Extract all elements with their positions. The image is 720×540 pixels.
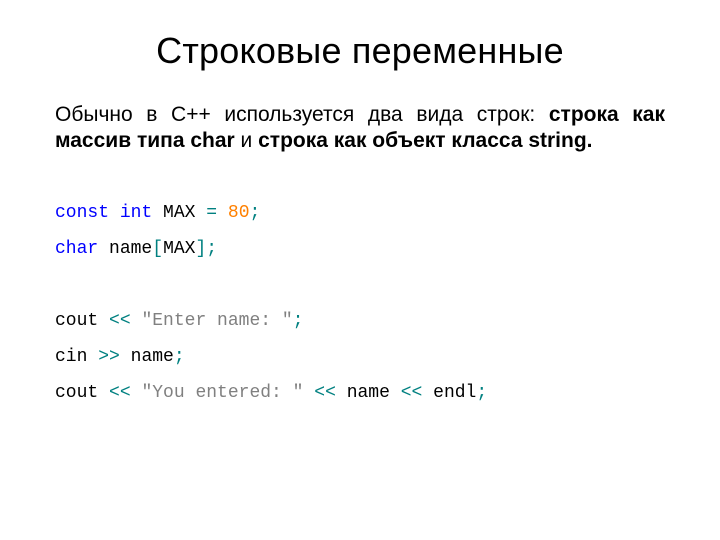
space [303,383,314,403]
body-bold2: строка как объект класса string. [258,129,592,152]
id-name: name [109,239,152,259]
op-eq: = [206,203,217,223]
op-shl: << [109,383,131,403]
body-paragraph: Обычно в C++ используется два вида строк… [55,102,665,155]
code-blank [55,275,66,295]
id-cin: cin [55,347,98,367]
op-shl: << [401,383,423,403]
str-lit: "Enter name: " [141,311,292,331]
bracket-close: ] [195,239,206,259]
space [109,203,120,223]
id-endl: endl [433,383,476,403]
space [336,383,347,403]
id-max: MAX [163,203,206,223]
space [152,203,163,223]
bracket-open: [ [152,239,163,259]
body-part1: Обычно в C++ используется два вида строк… [55,103,549,126]
code-block: const int MAX = 80; char name[MAX]; cout… [55,195,665,411]
code-line-5: cout << "You entered: " << name << endl; [55,383,487,403]
space [217,203,228,223]
kw-char: char [55,239,98,259]
id-name: name [347,383,401,403]
semi: ; [174,347,185,367]
id-cout: cout [55,311,109,331]
slide-title: Строковые переменные [55,30,665,72]
code-line-4: cin >> name; [55,347,185,367]
num-80: 80 [228,203,250,223]
id-cout: cout [55,383,109,403]
space [131,311,142,331]
space [131,383,142,403]
space [422,383,433,403]
kw-const: const [55,203,109,223]
code-line-1: const int MAX = 80; [55,203,260,223]
str-lit: "You entered: " [141,383,303,403]
space [98,239,109,259]
op-shr: >> [98,347,120,367]
semi: ; [206,239,217,259]
code-line-2: char name[MAX]; [55,239,217,259]
space [120,347,131,367]
semi: ; [476,383,487,403]
body-part2: и [235,129,258,152]
op-shl: << [109,311,131,331]
slide: Строковые переменные Обычно в C++ исполь… [0,0,720,540]
id-max: MAX [163,239,195,259]
semi: ; [293,311,304,331]
op-shl: << [314,383,336,403]
id-name: name [131,347,174,367]
semi: ; [250,203,261,223]
kw-int: int [120,203,152,223]
code-line-3: cout << "Enter name: "; [55,311,303,331]
